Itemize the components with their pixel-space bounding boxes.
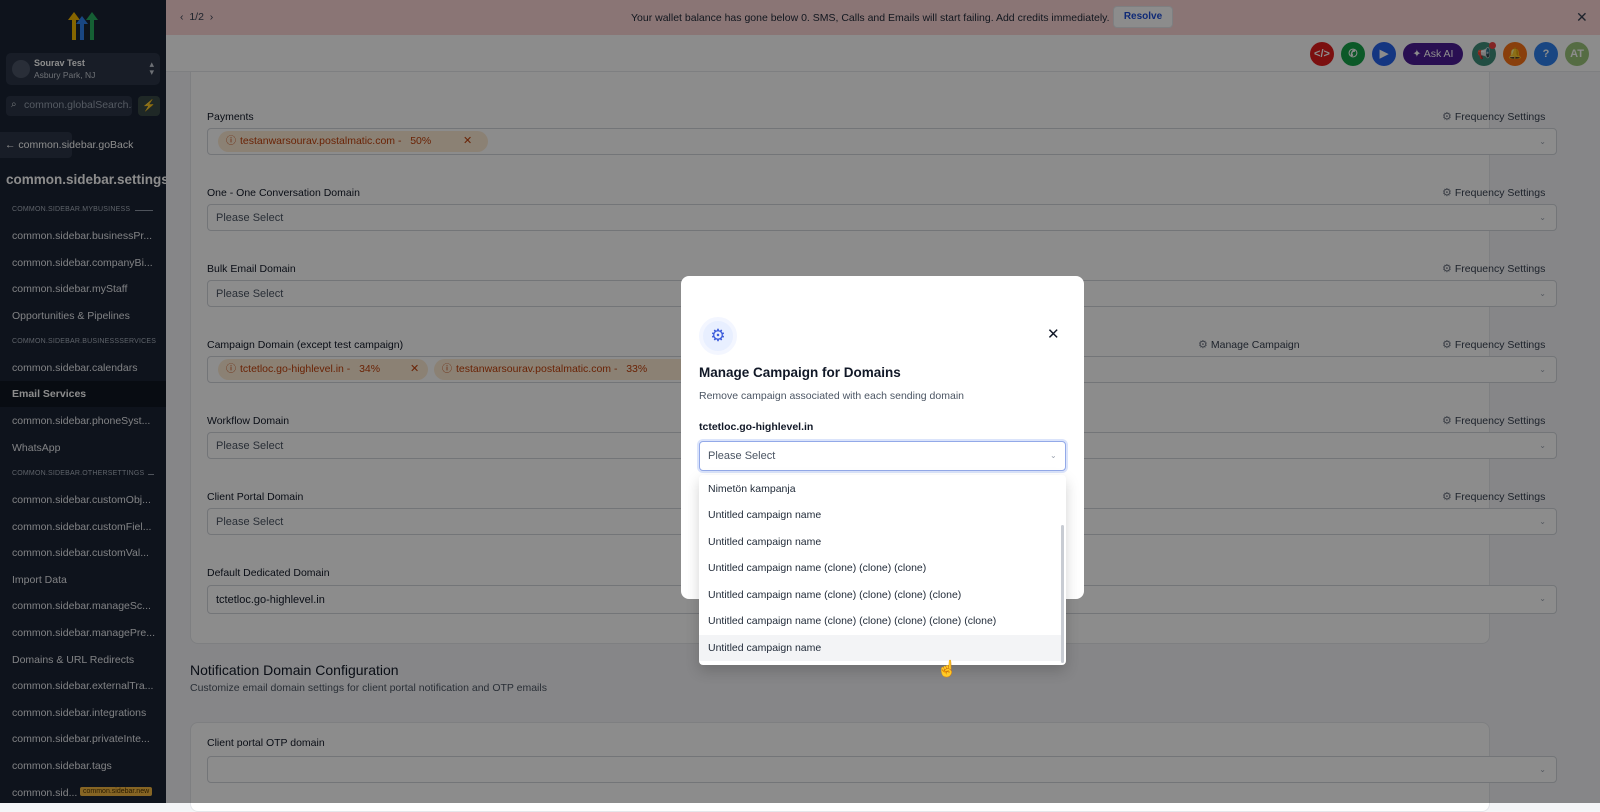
gear-icon: ⚙ [699, 317, 737, 355]
dropdown-option[interactable]: Untitled campaign name [699, 635, 1062, 661]
dropdown-scrollbar[interactable] [1061, 525, 1064, 663]
chevron-down-icon: ⌄ [1050, 451, 1057, 460]
dropdown-option[interactable]: Untitled campaign name (clone) (clone) (… [699, 555, 1062, 581]
modal-domain-label: tctetloc.go-highlevel.in [699, 421, 814, 433]
dropdown-option[interactable]: Untitled campaign name (clone) (clone) (… [699, 582, 1062, 608]
select-placeholder: Please Select [708, 450, 776, 462]
dropdown-option[interactable]: Untitled campaign name (clone) (clone) (… [699, 608, 1062, 634]
dropdown-option[interactable]: Nimetön kampanja [699, 476, 1062, 502]
pointer-cursor-icon: ☝ [937, 661, 957, 678]
modal-title: Manage Campaign for Domains [699, 365, 901, 380]
dropdown-option[interactable]: Untitled campaign name [699, 529, 1062, 555]
close-icon[interactable]: ✕ [1047, 325, 1060, 343]
dropdown-option[interactable]: Untitled campaign name [699, 502, 1062, 528]
modal-subtitle: Remove campaign associated with each sen… [699, 390, 964, 402]
